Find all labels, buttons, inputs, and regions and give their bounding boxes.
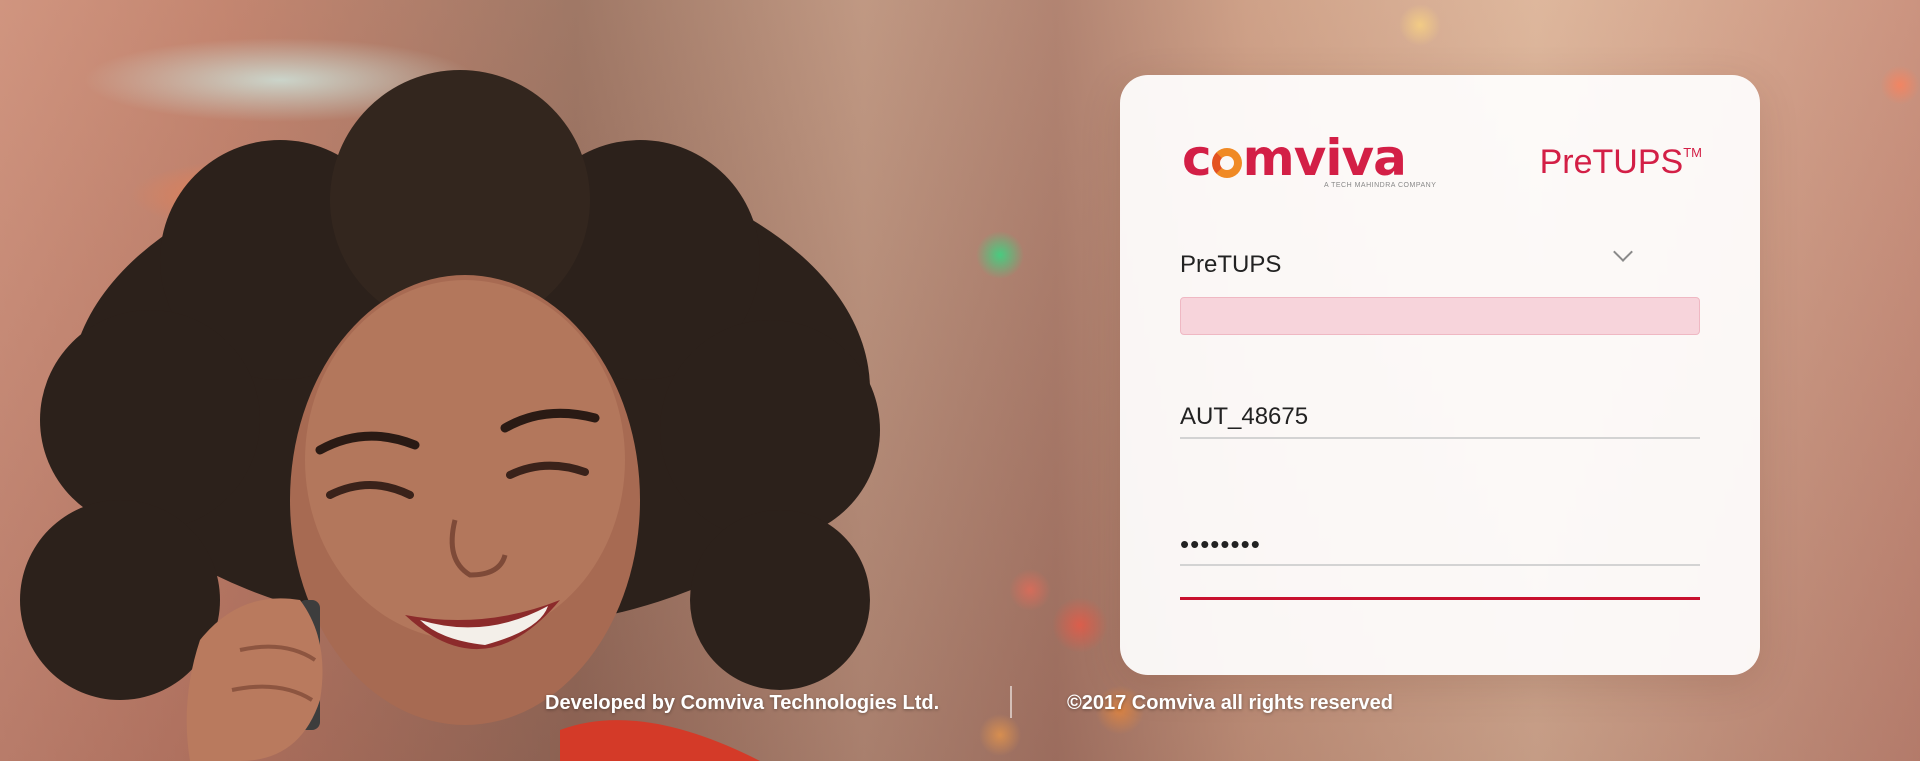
network-select[interactable]: PreTUPS — [1180, 242, 1700, 283]
copyright-text: ©2017 Comviva all rights reserved — [1067, 692, 1394, 714]
logo-row: c mviva A TECH MAHINDRA COMPANY PreTUPSTM — [1182, 133, 1702, 203]
password-field[interactable] — [1180, 522, 1700, 566]
brand-tagline: A TECH MAHINDRA COMPANY — [1324, 182, 1437, 189]
login-card: c mviva A TECH MAHINDRA COMPANY PreTUPSTM… — [1120, 75, 1760, 675]
footer: Developed by Comviva Technologies Ltd. ©… — [0, 686, 1920, 726]
logo-swirl-icon — [1211, 148, 1242, 178]
developer-credit: Developed by Comviva Technologies Ltd. — [545, 692, 940, 714]
chevron-down-icon[interactable] — [1613, 242, 1633, 262]
login-id-field[interactable] — [1180, 395, 1700, 439]
network-select-value: PreTUPS — [1180, 251, 1282, 278]
product-name: PreTUPSTM — [1539, 143, 1702, 181]
password-input[interactable] — [1180, 526, 1700, 562]
background-photo — [0, 0, 900, 761]
captcha-underline[interactable] — [1180, 597, 1700, 600]
error-message-bar — [1180, 297, 1700, 335]
comviva-logo: c mviva — [1182, 129, 1407, 187]
login-page: c mviva A TECH MAHINDRA COMPANY PreTUPSTM… — [0, 0, 1920, 761]
footer-divider — [1010, 686, 1012, 718]
login-id-input[interactable] — [1180, 399, 1700, 435]
